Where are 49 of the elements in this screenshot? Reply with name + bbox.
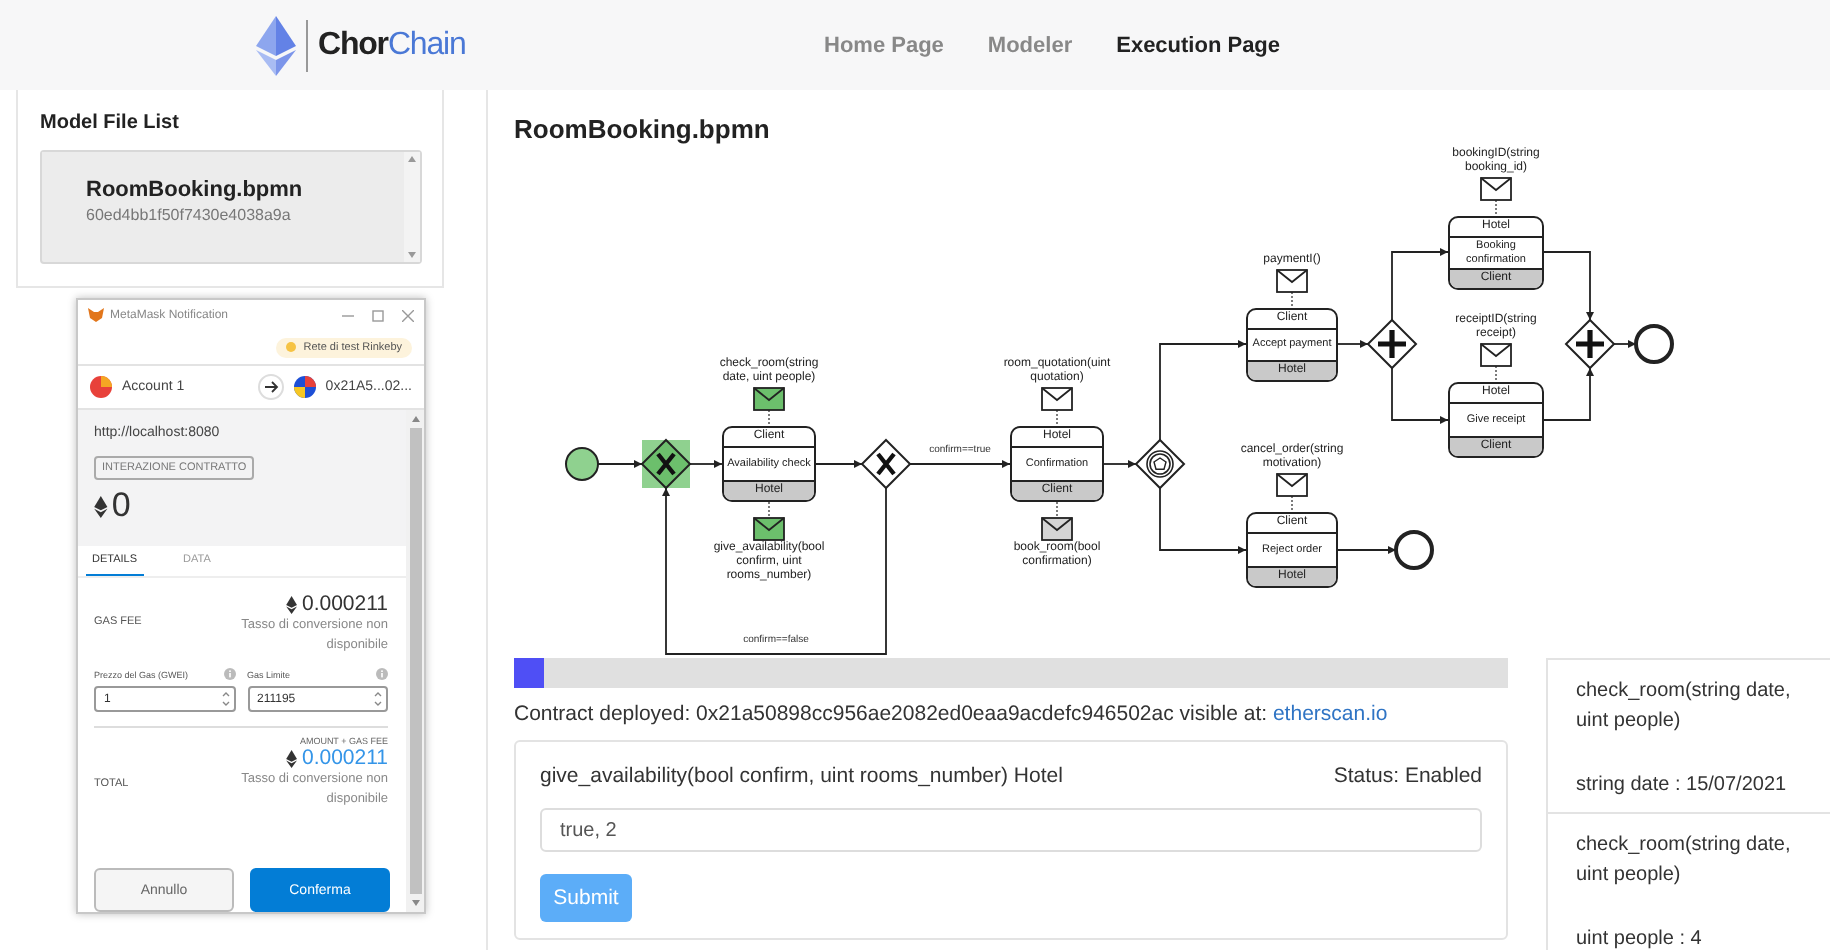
status-text: Status: Enabled [1333, 762, 1482, 790]
caret-up-icon[interactable] [408, 156, 416, 162]
function-signature: give_availability(bool confirm, uint rooms_number) Hotel [540, 762, 1063, 790]
scrollbar[interactable] [404, 152, 420, 262]
nav-link[interactable]: Execution Page [1116, 33, 1281, 57]
caret-up-icon[interactable] [411, 416, 419, 422]
file-id: 60ed4bb1f50f7430e4038a9a [86, 204, 293, 228]
caret-down-icon[interactable] [408, 252, 416, 258]
message-link [1291, 495, 1293, 513]
eth-icon [94, 495, 108, 517]
caret-down-icon[interactable] [411, 900, 419, 906]
message-link [768, 501, 770, 519]
info-icon [223, 668, 235, 680]
avatar-icon [293, 376, 316, 398]
spinner-icon[interactable] [221, 690, 229, 708]
eth-icon [286, 595, 298, 613]
spinner-icon[interactable] [374, 690, 382, 708]
fox-icon [88, 308, 104, 322]
sequence-flow [597, 460, 643, 468]
log-function: check_room(string date, uint people) [1576, 832, 1793, 890]
fee-value: 0.000211 [301, 592, 388, 616]
log-parameter: uint people : 4 [1576, 926, 1704, 950]
message-link [1056, 409, 1058, 427]
status-dot-icon [285, 342, 296, 352]
message-link [1495, 199, 1497, 217]
list-title: Model File List [40, 110, 181, 138]
minimize-icon[interactable] [342, 309, 354, 321]
avatar-icon [90, 376, 112, 398]
total-value: 0.000211 [301, 746, 388, 770]
message-link [1291, 291, 1293, 309]
file-name: RoomBooking.bpmn [86, 176, 305, 204]
message-link [1056, 501, 1058, 519]
input-field[interactable]: true, 2 [540, 808, 1482, 852]
logo-text: ChorChain [318, 27, 466, 63]
diamond-logo-icon [256, 15, 296, 75]
amount-value: 0 [111, 486, 131, 526]
diagram-title: RoomBooking.bpmn [514, 112, 772, 148]
eth-icon [286, 749, 298, 767]
scrollbar[interactable] [406, 410, 424, 912]
log-function: check_room(string date, uint people) [1576, 678, 1793, 736]
sequence-flow [1613, 340, 1637, 348]
maximize-icon[interactable] [372, 309, 384, 321]
etherscan-link[interactable]: etherscan.io [1272, 702, 1388, 726]
info-icon [376, 668, 388, 680]
message-link [1495, 365, 1497, 383]
contract-status-text: Contract deployed: 0x21a50898cc956ae2082ed0eaa9acdefc946502ac visible at: etherscan.io [514, 700, 1390, 728]
close-icon[interactable] [402, 309, 414, 321]
log-parameter: string date : 15/07/2021 [1576, 772, 1789, 800]
message-link [768, 409, 770, 427]
